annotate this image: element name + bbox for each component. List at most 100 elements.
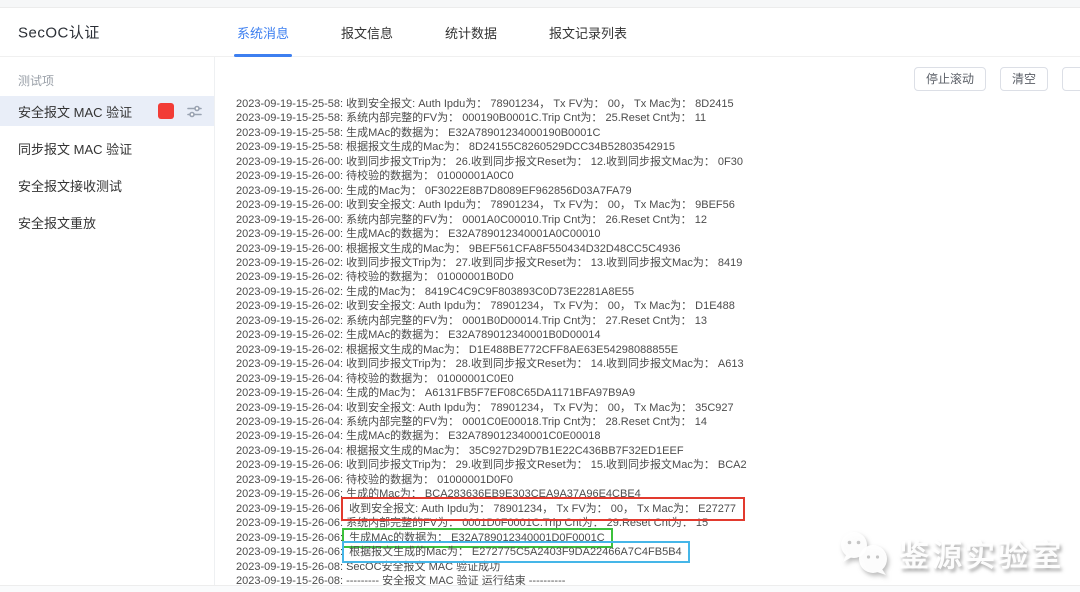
log-area[interactable]: 2023-09-19-15-25-58: 收到安全报文: Auth Ipdu为：… [215,57,1080,585]
log-line: 2023-09-19-15-26-00: 待校验的数据为： 01000001A0… [236,169,1080,183]
log-message: 生成MAc的数据为： E32A789012340001A0C00010 [346,228,600,240]
log-line: 2023-09-19-15-26-04: 根据报文生成的Mac为： 35C927… [236,444,1080,458]
log-timestamp: 2023-09-19-15-26-06: [236,532,346,544]
clipped-button[interactable] [1062,67,1080,91]
log-timestamp: 2023-09-19-15-26-04: [236,445,346,457]
log-message: 收到安全报文: Auth Ipdu为： 78901234， Tx FV为： 00… [346,300,735,312]
tab-0[interactable]: 系统消息 [237,8,289,56]
log-message: 收到安全报文: Auth Ipdu为： 78901234， Tx FV为： 00… [343,499,743,519]
log-message: 生成MAc的数据为： E32A78901234000190B0001C [346,127,600,139]
log-line: 2023-09-19-15-25-58: 系统内部完整的FV为： 000190B… [236,111,1080,125]
log-timestamp: 2023-09-19-15-26-06: [236,488,346,500]
sidebar-item-2[interactable]: 安全报文接收测试 [0,170,214,200]
log-message: 系统内部完整的FV为： 0001C0E00018.Trip Cnt为： 28.R… [346,416,707,428]
stop-scroll-button[interactable]: 停止滚动 [914,67,986,91]
log-message: 系统内部完整的FV为： 000190B0001C.Trip Cnt为： 25.R… [346,112,706,124]
sidebar-item-0[interactable]: 安全报文 MAC 验证 [0,96,214,126]
bottom-strip [0,585,1080,592]
log-timestamp: 2023-09-19-15-26-04: [236,387,346,399]
log-line: 2023-09-19-15-26-04: 生成的Mac为： A6131FB5F7… [236,386,1080,400]
top-strip [0,0,1080,8]
log-line: 2023-09-19-15-26-02: 生成MAc的数据为： E32A7890… [236,328,1080,342]
log-line: 2023-09-19-15-26-02: 生成的Mac为： 8419C4C9C9… [236,285,1080,299]
log-message: 生成MAc的数据为： E32A789012340001B0D00014 [346,329,600,341]
log-line: 2023-09-19-15-26-04: 生成MAc的数据为： E32A7890… [236,429,1080,443]
app-window: SecOC认证 系统消息报文信息统计数据报文记录列表 测试项 安全报文 MAC … [0,0,1080,592]
log-line: 2023-09-19-15-26-02: 收到安全报文: Auth Ipdu为：… [236,299,1080,313]
log-message: 生成的Mac为： 8419C4C9C9F803893C0D73E2281A8E5… [346,286,634,298]
log-line: 2023-09-19-15-26-00: 生成的Mac为： 0F3022E8B7… [236,184,1080,198]
sidebar-item-label: 安全报文 MAC 验证 [18,102,132,121]
log-timestamp: 2023-09-19-15-26-00: [236,228,346,240]
log-line: 2023-09-19-15-26-04: 收到安全报文: Auth Ipdu为：… [236,401,1080,415]
sidebar-item-1[interactable]: 同步报文 MAC 验证 [0,133,214,163]
log-message: 待校验的数据为： 01000001A0C0 [346,170,514,182]
log-line: 2023-09-19-15-26-00: 收到安全报文: Auth Ipdu为：… [236,198,1080,212]
log-timestamp: 2023-09-19-15-26-02: [236,329,346,341]
sidebar-item-icons [158,103,202,119]
log-message: 根据报文生成的Mac为： 35C927D29D7B1E22C436BB7F32E… [346,445,683,457]
log-message: 根据报文生成的Mac为： D1E488BE772CFF8AE63E5429808… [346,344,678,356]
log-message: 根据报文生成的Mac为： 8D24155C8260529DCC34B528035… [346,141,675,153]
sidebar-item-3[interactable]: 安全报文重放 [0,207,214,237]
log-line: 2023-09-19-15-25-58: 生成MAc的数据为： E32A7890… [236,126,1080,140]
log-message: 收到安全报文: Auth Ipdu为： 78901234， Tx FV为： 00… [346,98,734,110]
clear-button[interactable]: 清空 [1000,67,1048,91]
log-timestamp: 2023-09-19-15-26-06: [236,503,346,515]
log-timestamp: 2023-09-19-15-26-00: [236,214,346,226]
log-timestamp: 2023-09-19-15-26-00: [236,156,346,168]
tab-3[interactable]: 报文记录列表 [549,8,627,56]
log-line: 2023-09-19-15-26-04: 系统内部完整的FV为： 0001C0E… [236,415,1080,429]
log-timestamp: 2023-09-19-15-26-00: [236,185,346,197]
log-timestamp: 2023-09-19-15-26-02: [236,257,346,269]
log-message: SecOC安全报文 MAC 验证成功 [346,561,500,573]
log-message: 收到同步报文Trip为： 26.收到同步报文Reset为： 12.收到同步报文M… [346,156,743,168]
log-line: 2023-09-19-15-26-00: 根据报文生成的Mac为： 9BEF56… [236,242,1080,256]
log-line: 2023-09-19-15-26-06: 根据报文生成的Mac为： E27277… [236,545,1080,559]
log-message: 生成MAc的数据为： E32A789012340001C0E00018 [346,430,600,442]
log-timestamp: 2023-09-19-15-26-04: [236,358,346,370]
log-line: 2023-09-19-15-26-04: 收到同步报文Trip为： 28.收到同… [236,357,1080,371]
log-line: 2023-09-19-15-26-02: 系统内部完整的FV为： 0001B0D… [236,314,1080,328]
sliders-icon[interactable] [187,104,202,119]
log-message: 收到安全报文: Auth Ipdu为： 78901234， Tx FV为： 00… [346,199,735,211]
log-toolbar: 停止滚动 清空 [914,67,1080,91]
log-message: 待校验的数据为： 01000001C0E0 [346,373,514,385]
log-timestamp: 2023-09-19-15-26-00: [236,199,346,211]
log-timestamp: 2023-09-19-15-26-04: [236,373,346,385]
log-line: 2023-09-19-15-25-58: 根据报文生成的Mac为： 8D2415… [236,140,1080,154]
log-message: 根据报文生成的Mac为： E272775C5A2403F9DA22466A7C4… [344,543,688,561]
sidebar-item-list: 安全报文 MAC 验证同步报文 MAC 验证安全报文接收测试安全报文重放 [0,96,214,237]
sidebar-item-label: 安全报文接收测试 [18,176,122,195]
header: SecOC认证 系统消息 报文信息 统计数据 报文记录列表 [0,8,1080,57]
tab-1[interactable]: 报文信息 [341,8,393,56]
log-line: 2023-09-19-15-26-08: --------- 安全报文 MAC … [236,574,1080,585]
log-message: 收到安全报文: Auth Ipdu为： 78901234， Tx FV为： 00… [346,402,734,414]
log-timestamp: 2023-09-19-15-26-04: [236,416,346,428]
log-line: 2023-09-19-15-26-06: 收到同步报文Trip为： 29.收到同… [236,458,1080,472]
main-panel: 停止滚动 清空 2023-09-19-15-25-58: 收到安全报文: Aut… [215,57,1080,585]
log-line: 2023-09-19-15-26-04: 待校验的数据为： 01000001C0… [236,372,1080,386]
log-timestamp: 2023-09-19-15-26-06: [236,474,346,486]
tab-2[interactable]: 统计数据 [445,8,497,56]
log-timestamp: 2023-09-19-15-26-00: [236,243,346,255]
sidebar-item-label: 安全报文重放 [18,213,96,232]
sidebar: 测试项 安全报文 MAC 验证同步报文 MAC 验证安全报文接收测试安全报文重放 [0,57,215,585]
log-message: --------- 安全报文 MAC 验证 运行结束 ---------- [346,575,565,585]
log-line: 2023-09-19-15-26-02: 收到同步报文Trip为： 27.收到同… [236,256,1080,270]
log-message: 收到同步报文Trip为： 29.收到同步报文Reset为： 15.收到同步报文M… [346,459,747,471]
log-message: 生成的Mac为： 0F3022E8B7D8089EF962856D03A7FA7… [346,185,632,197]
page-title: SecOC认证 [18,22,100,43]
log-line: 2023-09-19-15-26-06: 收到安全报文: Auth Ipdu为：… [236,502,1080,516]
log-message: 收到同步报文Trip为： 28.收到同步报文Reset为： 14.收到同步报文M… [346,358,744,370]
log-line: 2023-09-19-15-26-02: 待校验的数据为： 01000001B0… [236,270,1080,284]
log-timestamp: 2023-09-19-15-26-08: [236,561,346,573]
log-timestamp: 2023-09-19-15-26-04: [236,402,346,414]
log-timestamp: 2023-09-19-15-25-58: [236,127,346,139]
log-timestamp: 2023-09-19-15-26-00: [236,170,346,182]
log-message: 生成的Mac为： A6131FB5F7EF08C65DA1171BFA97B9A… [346,387,635,399]
log-message: 待校验的数据为： 01000001D0F0 [346,474,513,486]
log-timestamp: 2023-09-19-15-26-02: [236,300,346,312]
log-timestamp: 2023-09-19-15-26-02: [236,271,346,283]
stop-square-icon[interactable] [158,103,174,119]
